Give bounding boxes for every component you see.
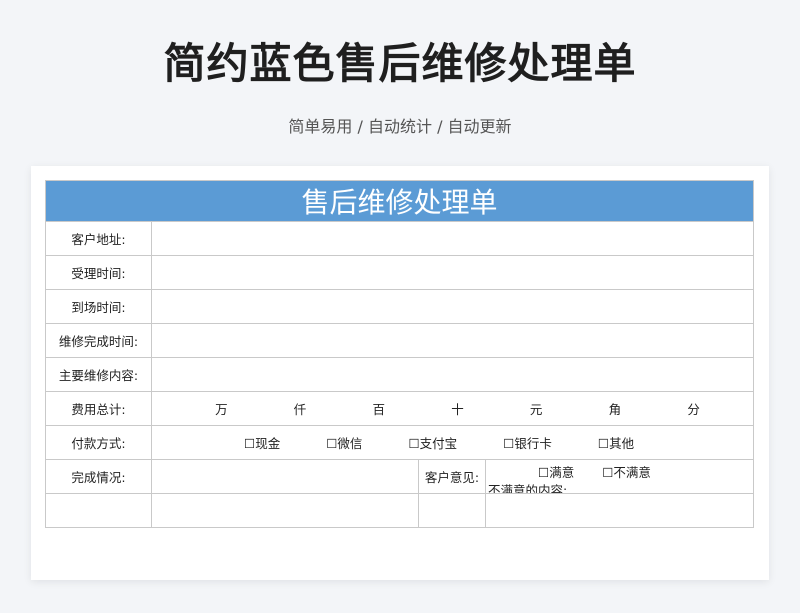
label-opinion: 客户意见: (418, 459, 486, 494)
label-finish-time: 维修完成时间: (45, 323, 152, 358)
field-arrival-time[interactable] (150, 289, 755, 324)
row-total: 费用总计: 万 仟 百 十 元 角 分 (45, 391, 755, 426)
row-arrival-time: 到场时间: (45, 289, 755, 324)
dissatisfied-content-label: 不满意的内容: (488, 483, 568, 494)
row-completion: 完成情况: 客户意见: ☐满意 ☐不满意 不满意的内容: (45, 459, 755, 494)
unit-wan: 万 (215, 402, 228, 417)
payment-options: ☐现金 ☐微信 ☐支付宝 ☐银行卡 ☐其他 (153, 433, 753, 452)
repair-form-table: 售后维修处理单 客户地址: 受理时间: 到场时间: 维修完成时间: 主要维修内容… (44, 180, 755, 528)
payment-option-other[interactable]: ☐其他 (598, 433, 634, 452)
trailing-cell-4 (484, 493, 755, 528)
field-payment: ☐现金 ☐微信 ☐支付宝 ☐银行卡 ☐其他 (150, 425, 755, 460)
payment-option-wechat[interactable]: ☐微信 (326, 433, 362, 452)
label-arrival-time: 到场时间: (45, 289, 152, 324)
field-completion[interactable] (151, 459, 419, 494)
row-accept-time: 受理时间: (45, 255, 755, 290)
field-finish-time[interactable] (150, 323, 755, 358)
unit-jiao: 角 (608, 402, 622, 417)
page-subtitle: 简单易用 / 自动统计 / 自动更新 (288, 117, 512, 136)
field-accept-time[interactable] (150, 255, 755, 290)
row-payment: 付款方式: ☐现金 ☐微信 ☐支付宝 ☐银行卡 ☐其他 (45, 425, 755, 460)
amount-units: 万 仟 百 十 元 角 分 (153, 399, 753, 418)
row-finish-time: 维修完成时间: (45, 323, 755, 358)
trailing-cell-3 (418, 493, 486, 528)
field-content[interactable] (150, 357, 755, 392)
payment-option-bankcard[interactable]: ☐银行卡 (503, 433, 552, 452)
unit-bai: 百 (372, 402, 386, 417)
satisfaction-options: ☐满意 ☐不满意 (538, 462, 675, 481)
payment-option-cash[interactable]: ☐现金 (244, 433, 280, 452)
label-content: 主要维修内容: (45, 357, 152, 392)
unit-qian: 仟 (293, 402, 307, 417)
unit-yuan: 元 (529, 402, 543, 417)
trailing-cell-1 (45, 493, 152, 528)
label-total: 费用总计: (45, 391, 152, 426)
row-address: 客户地址: (45, 221, 755, 256)
field-address[interactable] (150, 221, 755, 256)
form-header: 售后维修处理单 (44, 180, 755, 222)
unit-shi: 十 (451, 402, 464, 417)
row-trailing (45, 493, 755, 528)
trailing-cell-2 (151, 493, 419, 528)
field-total[interactable]: 万 仟 百 十 元 角 分 (150, 391, 755, 426)
label-accept-time: 受理时间: (45, 255, 152, 290)
payment-option-alipay[interactable]: ☐支付宝 (408, 433, 457, 452)
field-opinion: ☐满意 ☐不满意 不满意的内容: (484, 459, 755, 494)
row-content: 主要维修内容: (45, 357, 755, 392)
form-sheet: 售后维修处理单 客户地址: 受理时间: 到场时间: 维修完成时间: 主要维修内容… (31, 166, 769, 580)
label-address: 客户地址: (45, 221, 152, 256)
option-satisfied[interactable]: ☐满意 (538, 465, 574, 480)
option-unsatisfied[interactable]: ☐不满意 (602, 465, 651, 480)
unit-fen: 分 (687, 402, 700, 417)
form-header-row: 售后维修处理单 (44, 180, 755, 222)
page-title: 简约蓝色售后维修处理单 (163, 39, 637, 88)
label-payment: 付款方式: (45, 425, 152, 460)
label-completion: 完成情况: (45, 459, 152, 494)
